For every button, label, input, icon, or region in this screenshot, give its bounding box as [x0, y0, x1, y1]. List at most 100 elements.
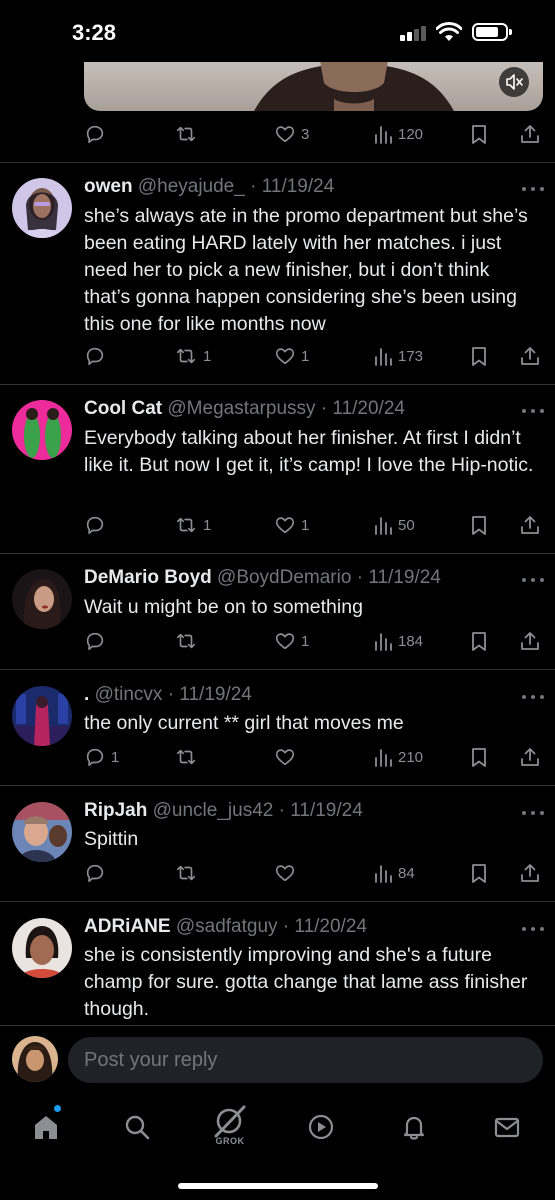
current-user-avatar[interactable] [12, 1036, 58, 1082]
username[interactable]: @uncle_jus42 [153, 800, 274, 821]
reply-button[interactable] [84, 120, 106, 148]
views-button[interactable]: 173 [373, 342, 423, 370]
tweet-header: DeMario Boyd @BoydDemario · 11/19/24 [84, 567, 441, 588]
notification-dot [54, 1105, 61, 1112]
share-button[interactable] [519, 627, 541, 655]
bookmark-button[interactable] [469, 627, 489, 655]
repost-button[interactable]: 1 [174, 342, 211, 370]
repost-count: 1 [203, 516, 212, 534]
home-icon [35, 1116, 57, 1139]
view-count: 120 [398, 125, 424, 143]
views-button[interactable]: 50 [373, 511, 415, 539]
display-name[interactable]: ADRiANE [84, 916, 171, 937]
views-button[interactable]: 184 [373, 627, 423, 655]
share-button[interactable] [519, 743, 541, 771]
like-button[interactable]: 3 [274, 120, 309, 148]
bookmark-button[interactable] [469, 120, 489, 148]
reply-button[interactable] [84, 342, 111, 370]
avatar[interactable] [12, 918, 72, 978]
username[interactable]: @Megastarpussy [167, 398, 315, 419]
bookmark-button[interactable] [469, 859, 489, 887]
repost-count: 1 [203, 347, 212, 365]
share-button[interactable] [519, 120, 541, 148]
more-options-icon[interactable] [522, 185, 546, 193]
mute-button[interactable] [499, 67, 529, 97]
avatar[interactable] [12, 178, 72, 238]
tweet-text: she’s always ate in the promo department… [84, 205, 528, 335]
more-options-icon[interactable] [522, 809, 546, 817]
like-button[interactable] [274, 859, 301, 887]
like-button[interactable]: 1 [274, 511, 309, 539]
like-button[interactable] [274, 743, 301, 771]
repost-button[interactable] [174, 120, 198, 148]
avatar[interactable] [12, 686, 72, 746]
share-button[interactable] [519, 511, 541, 539]
more-options-icon[interactable] [522, 576, 546, 584]
tweet-actions: 1 184 [84, 627, 544, 655]
username[interactable]: @heyajude_ [138, 176, 245, 197]
avatar-image [12, 178, 72, 238]
tweet-actions: 1 1 50 [84, 511, 544, 539]
like-button[interactable]: 1 [274, 342, 309, 370]
repost-button[interactable]: 1 [174, 511, 211, 539]
share-button[interactable] [519, 342, 541, 370]
display-name[interactable]: Cool Cat [84, 398, 162, 419]
video-thumbnail[interactable] [84, 55, 543, 111]
avatar[interactable] [12, 802, 72, 862]
like-button[interactable]: 1 [274, 627, 309, 655]
tab-notifications[interactable] [394, 1107, 434, 1147]
tweet-actions: 1 210 [84, 743, 544, 771]
avatar[interactable] [12, 569, 72, 629]
more-options-icon[interactable] [522, 925, 546, 933]
share-icon [521, 125, 539, 143]
bookmark-button[interactable] [469, 511, 489, 539]
username[interactable]: @sadfatguy [176, 916, 278, 937]
bookmark-icon [472, 125, 486, 144]
views-button[interactable]: 210 [373, 743, 423, 771]
display-name[interactable]: DeMario Boyd [84, 567, 212, 588]
username[interactable]: @tincvx [95, 684, 163, 705]
repost-icon [176, 517, 196, 533]
bookmark-icon [472, 632, 486, 651]
username[interactable]: @BoydDemario [217, 567, 351, 588]
share-button[interactable] [519, 859, 541, 887]
avatar-image [12, 400, 72, 460]
display-name[interactable]: owen [84, 176, 133, 197]
home-indicator[interactable] [178, 1183, 378, 1189]
views-button[interactable]: 120 [373, 120, 423, 148]
display-name[interactable]: RipJah [84, 800, 147, 821]
display-name[interactable]: . [84, 684, 89, 705]
bookmark-button[interactable] [469, 743, 489, 771]
avatar[interactable] [12, 400, 72, 460]
envelope-icon [494, 1117, 520, 1138]
reply-button[interactable] [84, 859, 111, 887]
tweet-text: she is consistently improving and she's … [84, 944, 528, 1020]
wifi-icon [436, 22, 462, 41]
timestamp[interactable]: 11/19/24 [368, 567, 441, 588]
more-options-icon[interactable] [522, 693, 546, 701]
tab-video[interactable] [301, 1107, 341, 1147]
reply-input[interactable] [68, 1037, 543, 1083]
reply-button[interactable]: 1 [84, 743, 119, 771]
bookmark-button[interactable] [469, 342, 489, 370]
tab-search[interactable] [117, 1107, 157, 1147]
timestamp[interactable]: 11/19/24 [290, 800, 363, 821]
repost-button[interactable] [174, 743, 203, 771]
tab-messages[interactable] [487, 1107, 527, 1147]
tab-home[interactable] [26, 1107, 66, 1147]
reply-button[interactable] [84, 627, 111, 655]
tweet-header: owen @heyajude_ · 11/19/24 [84, 176, 335, 197]
avatar-image [12, 686, 72, 746]
timestamp[interactable]: 11/20/24 [294, 916, 367, 937]
tab-grok[interactable] [210, 1101, 250, 1141]
reply-button[interactable] [84, 511, 111, 539]
timestamp[interactable]: 11/20/24 [332, 398, 405, 419]
divider [0, 553, 555, 554]
timestamp[interactable]: 11/19/24 [179, 684, 252, 705]
repost-button[interactable] [174, 627, 203, 655]
repost-button[interactable] [174, 859, 203, 887]
tweet-text: the only current ** girl that moves me [84, 712, 404, 734]
views-button[interactable]: 84 [373, 859, 415, 887]
more-options-icon[interactable] [522, 407, 546, 415]
timestamp[interactable]: 11/19/24 [262, 176, 335, 197]
